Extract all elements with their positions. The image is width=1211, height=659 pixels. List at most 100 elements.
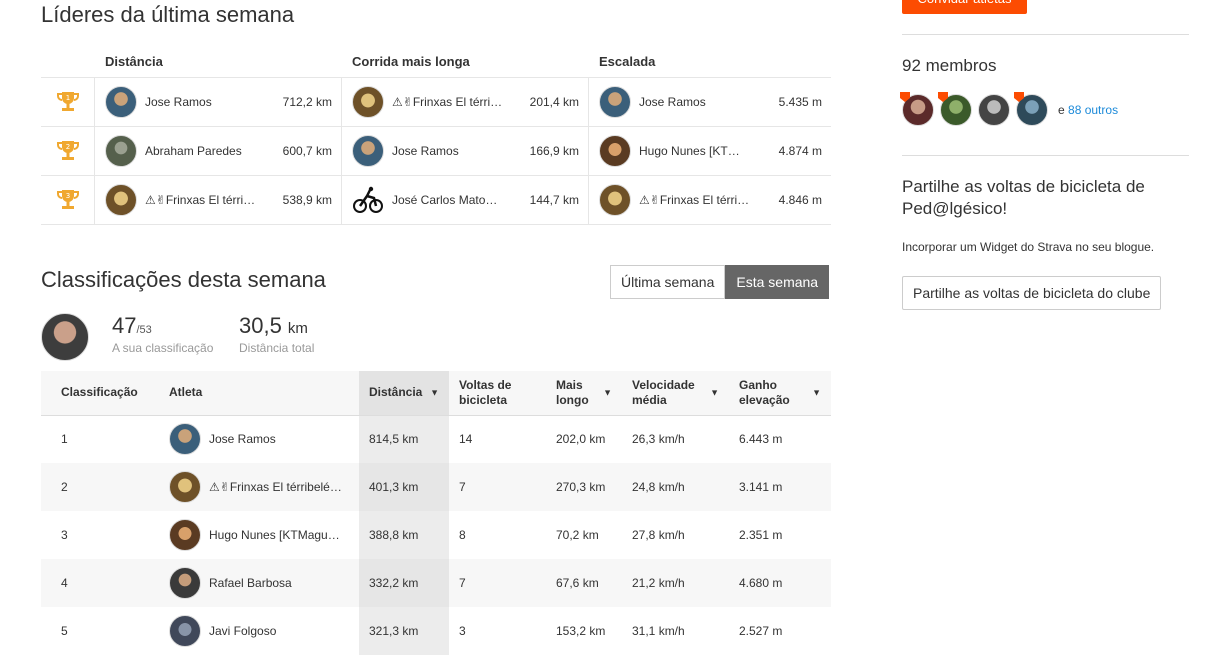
avatar[interactable] — [169, 423, 201, 456]
avatar[interactable] — [105, 184, 137, 216]
leader-climb[interactable]: Jose Ramos 5.435 m — [589, 78, 831, 126]
avatar[interactable] — [599, 86, 631, 118]
header-distance[interactable]: Distância ▼ — [359, 371, 449, 416]
header-speed-line1: Velocidade — [632, 377, 695, 392]
row-distance: 388,8 km — [359, 511, 449, 559]
my-avatar[interactable] — [41, 313, 89, 361]
row-rank: 1 — [61, 432, 68, 447]
athlete-name[interactable]: ⚠✌Frinxas El térri… — [392, 95, 512, 109]
member-avatar[interactable] — [938, 92, 972, 126]
more-members: e 88 outros — [1058, 103, 1118, 117]
row-athlete[interactable]: Jose Ramos — [169, 423, 359, 456]
sort-caret-icon[interactable]: ▼ — [812, 385, 821, 400]
leaders-table: Distância Corrida mais longa Escalada 1 … — [41, 52, 831, 225]
table-row: 3 Hugo Nunes [KTMagu… 388,8 km 8 70,2 km… — [41, 511, 831, 559]
members-count: 92 membros — [902, 56, 997, 75]
athlete-name[interactable]: Jose Ramos — [145, 95, 265, 109]
ranking-table: Classificação Atleta Distância ▼ Voltas d… — [41, 371, 831, 655]
row-distance: 332,2 km — [359, 559, 449, 607]
table-row: 5 Javi Folgoso 321,3 km 3 153,2 km 31,1 … — [41, 607, 831, 655]
row-elevation: 3.141 m — [729, 463, 831, 511]
row-speed: 21,2 km/h — [622, 559, 729, 607]
row-longest: 270,3 km — [546, 463, 622, 511]
sort-caret-icon[interactable]: ▼ — [430, 385, 439, 400]
header-elevation[interactable]: Ganho elevação ▼ — [729, 371, 831, 416]
athlete-name[interactable]: Rafael Barbosa — [209, 576, 292, 590]
header-rank[interactable]: Classificação — [41, 371, 159, 416]
this-week-button[interactable]: Esta semana — [725, 265, 830, 299]
last-week-button[interactable]: Última semana — [610, 265, 726, 299]
athlete-name[interactable]: Abraham Paredes — [145, 144, 265, 158]
header-longest[interactable]: Mais longo ▼ — [546, 371, 622, 416]
row-rank: 3 — [61, 528, 68, 542]
leader-longest[interactable]: Jose Ramos 166,9 km — [342, 127, 589, 175]
athlete-name[interactable]: ⚠✌Frinxas El térri… — [145, 193, 265, 207]
athlete-name[interactable]: Javi Folgoso — [209, 624, 276, 638]
row-athlete[interactable]: Rafael Barbosa — [169, 567, 359, 599]
row-athlete[interactable]: Javi Folgoso — [169, 615, 359, 647]
leaders-col-distance: Distância — [105, 54, 163, 69]
share-club-rides-button[interactable]: Partilhe as voltas de bicicleta do clube — [902, 276, 1162, 310]
header-speed-line2: média — [632, 392, 667, 407]
header-elevation-line2: elevação — [739, 392, 790, 407]
row-longest: 70,2 km — [556, 528, 599, 542]
member-avatar[interactable] — [978, 94, 1010, 126]
trophy-rank: 2 — [65, 143, 69, 151]
athlete-name[interactable]: Jose Ramos — [639, 95, 759, 109]
leader-distance[interactable]: Jose Ramos 712,2 km — [95, 78, 342, 126]
trophy-rank: 1 — [65, 94, 69, 102]
athlete-name[interactable]: Hugo Nunes [KTMagu… — [209, 528, 340, 542]
row-rides: 7 — [449, 463, 546, 511]
athlete-name[interactable]: Hugo Nunes [KT… — [639, 144, 759, 158]
header-athlete[interactable]: Atleta — [159, 371, 359, 416]
header-rides[interactable]: Voltas de bicicleta — [449, 371, 546, 416]
row-longest: 202,0 km — [556, 432, 606, 447]
my-summary: 47/53 A sua classificação 30,5 km Distânc… — [41, 313, 441, 363]
avatar[interactable] — [105, 135, 137, 167]
avatar[interactable] — [599, 184, 631, 216]
sort-caret-icon[interactable]: ▼ — [710, 385, 719, 400]
more-members-link[interactable]: 88 outros — [1068, 103, 1118, 117]
athlete-name[interactable]: José Carlos Mato… — [392, 193, 512, 207]
leader-distance[interactable]: Abraham Paredes 600,7 km — [95, 127, 342, 175]
table-row: 1 Jose Ramos 814,5 km 14 202,0 km 26,3 k… — [41, 415, 831, 463]
row-rank: 4 — [41, 559, 159, 607]
athlete-name[interactable]: ⚠✌Frinxas El térribelé©® — [209, 480, 343, 494]
sidebar-divider — [902, 155, 1189, 156]
leader-longest[interactable]: ⚠✌Frinxas El térri… 201,4 km — [342, 78, 589, 126]
row-speed: 26,3 km/h — [632, 432, 685, 447]
leader-climb[interactable]: ⚠✌Frinxas El térri… 4.846 m — [589, 176, 831, 224]
invite-athletes-button[interactable]: Convidar atletas — [902, 0, 1027, 14]
athlete-name[interactable]: Jose Ramos — [209, 432, 276, 446]
avatar[interactable] — [105, 86, 137, 118]
leader-climb[interactable]: Hugo Nunes [KT… 4.874 m — [589, 127, 831, 175]
row-distance: 321,3 km — [359, 607, 449, 655]
cyclist-logo-icon[interactable] — [352, 184, 384, 216]
row-rides: 8 — [459, 528, 466, 542]
members-avatars: e 88 outros — [900, 92, 1118, 126]
row-distance: 401,3 km — [359, 463, 449, 511]
share-text: Incorporar um Widget do Strava no seu bl… — [902, 240, 1155, 254]
row-athlete[interactable]: ⚠✌Frinxas El térribelé©® — [169, 471, 359, 503]
member-avatar[interactable] — [900, 92, 934, 126]
avatar[interactable] — [599, 135, 631, 167]
row-athlete[interactable]: Hugo Nunes [KTMagu… — [169, 519, 359, 551]
leader-distance[interactable]: ⚠✌Frinxas El térri… 538,9 km — [95, 176, 342, 224]
avatar[interactable] — [352, 86, 384, 118]
my-rank: 47/53 A sua classificação — [112, 313, 213, 355]
avatar[interactable] — [169, 615, 201, 647]
header-rides-line1: Voltas de — [459, 377, 512, 392]
table-row: 2 ⚠✌Frinxas El térribelé©® 401,3 km 7 27… — [41, 463, 831, 511]
avatar[interactable] — [169, 567, 201, 599]
sort-caret-icon[interactable]: ▼ — [603, 385, 612, 400]
leader-longest[interactable]: José Carlos Mato… 144,7 km — [342, 176, 589, 224]
avatar[interactable] — [169, 471, 201, 503]
avatar[interactable] — [352, 135, 384, 167]
member-avatar[interactable] — [1014, 92, 1048, 126]
header-speed[interactable]: Velocidade média ▼ — [622, 371, 729, 416]
my-distance-value: 30,5 — [239, 313, 282, 338]
avatar[interactable] — [169, 519, 201, 551]
athlete-name[interactable]: ⚠✌Frinxas El térri… — [639, 193, 759, 207]
athlete-name[interactable]: Jose Ramos — [392, 144, 512, 158]
ranking-header: Classificação Atleta Distância ▼ Voltas d… — [41, 371, 831, 416]
